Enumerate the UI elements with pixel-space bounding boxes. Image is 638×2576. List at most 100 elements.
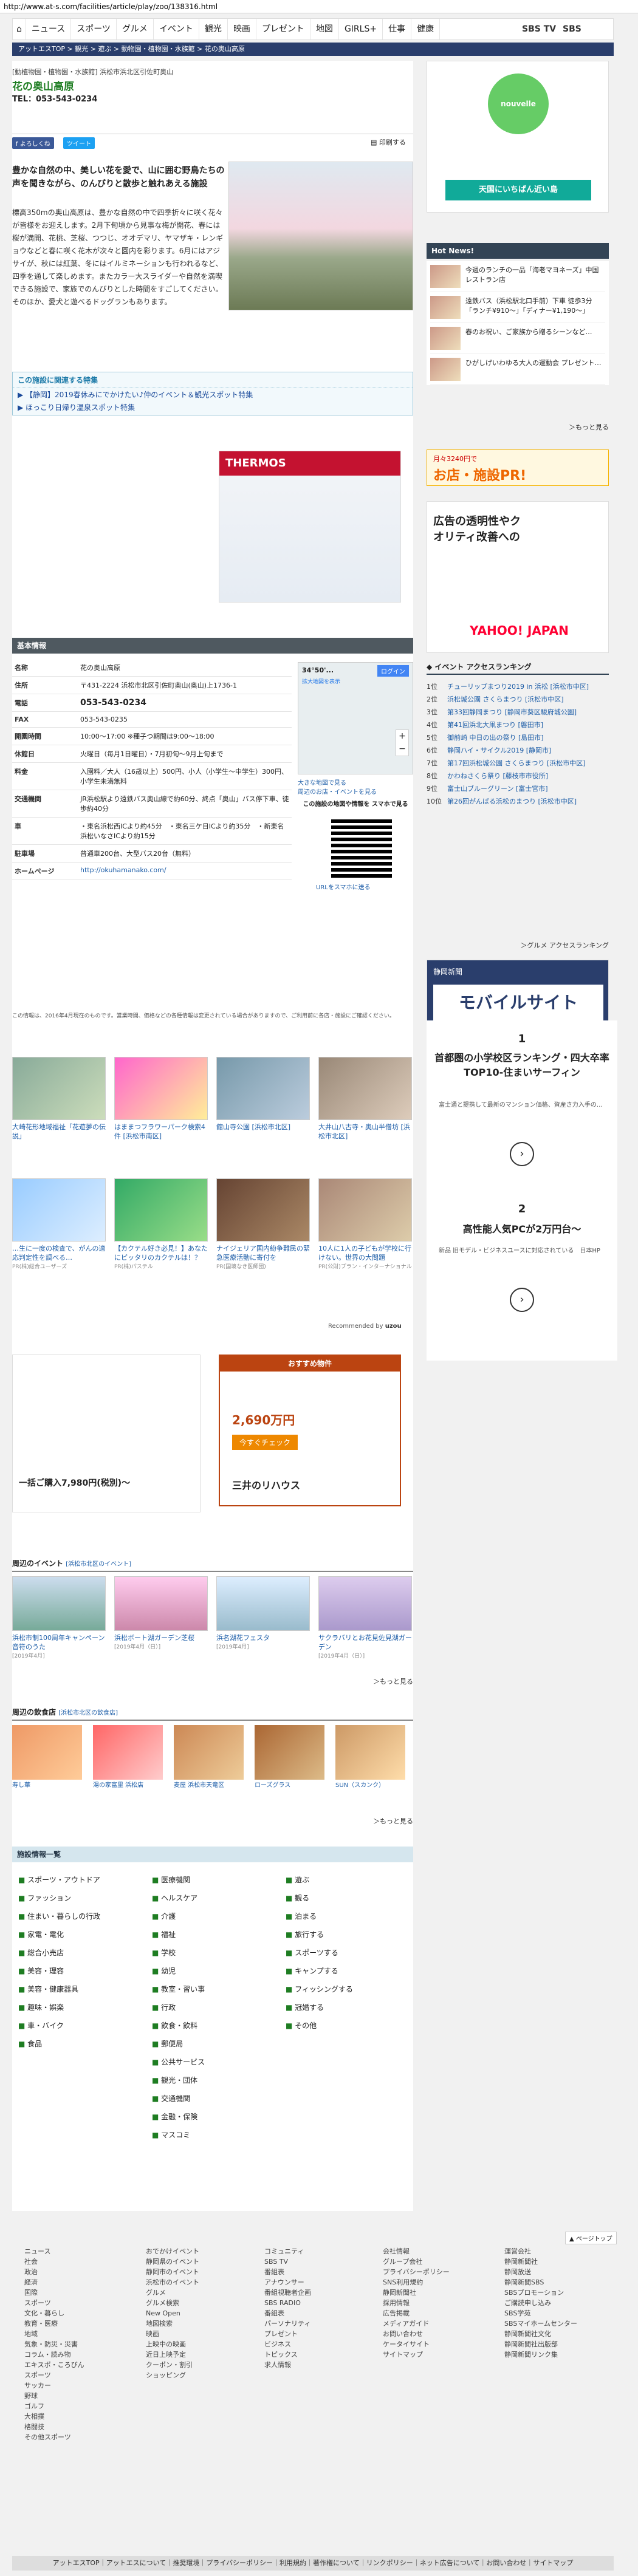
footer-link[interactable]: 上映中の映画 [146,2339,199,2349]
facet-item[interactable]: ■ スポーツ・アウトドア [18,1871,146,1889]
footer-link[interactable]: スポーツ [24,2370,84,2380]
facet-item[interactable]: ■ 学校 [152,1944,280,1962]
footer-link[interactable]: 静岡新聞SBS [504,2277,577,2287]
footer-link[interactable]: 経済 [24,2277,84,2287]
facebook-like-button[interactable]: f よろしくね [12,137,54,149]
real-estate-ad[interactable]: おすすめ物件 2,690万円 今すぐチェック 三井のリハウス [219,1355,401,1506]
nav-item-event[interactable]: イベント [154,19,199,39]
list-item[interactable]: 今週のランチの一品「海老マヨネーズ」中国レストラン店 [430,261,605,292]
footer-link[interactable]: 採用情報 [383,2298,450,2308]
footer-link[interactable]: トピックス [264,2349,311,2360]
footer-link[interactable]: 格闘技 [24,2422,84,2432]
feature-link-2[interactable]: ▶ ほっこり日帰り温泉スポット特集 [13,401,413,414]
footer-link[interactable]: ショッピング [146,2370,199,2380]
event-item[interactable]: 浜松ボート湖ガーデン芝桜 [2019年4月（日）] [114,1576,208,1659]
gourmet-item[interactable]: 麦屋 浜松市天竜区 [174,1725,244,1789]
footer-link[interactable]: 静岡市のイベント [146,2267,199,2277]
footer-link[interactable]: 運営会社 [504,2246,577,2257]
thermos-ad[interactable]: THERMOS [219,451,401,603]
footer-link[interactable]: ご購読申し込み [504,2298,577,2308]
print-button[interactable]: ▤ 印刷する [371,137,406,147]
list-item[interactable]: 6位 静岡ハイ・サイクル2019 [静岡市] [427,744,609,757]
gourmet-more-link[interactable]: ＞もっと見る [352,1816,413,1826]
facet-item[interactable]: ■ キャンプする [286,1962,413,1980]
map-large-link[interactable]: 大きな地図で見る [298,777,346,787]
event-item[interactable]: 浜松市制100周年キャンペーン 音符のうた [2019年4月] [12,1576,106,1659]
footer-link[interactable]: サイトマップ [383,2349,450,2360]
footer-link[interactable]: 静岡新聞リンク集 [504,2349,577,2360]
list-item[interactable]: 4位 第41回浜北大凧まつり [磐田市] [427,719,609,731]
gourmet-item[interactable]: SUN（スカンク） [335,1725,405,1789]
pr1-next-button[interactable]: › [510,1142,534,1166]
facet-item[interactable]: ■ 観光・団体 [152,2071,280,2089]
list-item[interactable]: 10位 第26回がんばる浜松のまつり [浜松市中区] [427,795,609,808]
facet-item[interactable]: ■ 医療機関 [152,1871,280,1889]
facet-item[interactable]: ■ 幼児 [152,1962,280,1980]
list-item[interactable]: 9位 富士山ブルーグリーン [富士宮市] [427,782,609,795]
nav-item-girls[interactable]: GIRLS+ [339,19,383,39]
footer-link[interactable]: ゴルフ [24,2401,84,2411]
hot-more-link[interactable]: ＞もっと見る [548,422,609,432]
nav-item-news[interactable]: ニュース [26,19,72,39]
footer-link[interactable]: ケータイサイト [383,2339,450,2349]
footer-link[interactable]: SBS学苑 [504,2308,577,2318]
gourmet-item[interactable]: 寿し華 [12,1725,82,1789]
footer-link[interactable]: SBS TV [264,2257,311,2267]
footer-link[interactable]: ビジネス [264,2339,311,2349]
footer-link[interactable]: SBS RADIO [264,2298,311,2308]
check-now-button[interactable]: 今すぐチェック [232,1435,298,1450]
footer-link[interactable]: 静岡県のイベント [146,2257,199,2267]
footer-link[interactable]: その他スポーツ [24,2432,84,2442]
footer-link[interactable]: 静岡新聞社 [383,2287,450,2298]
facet-item[interactable]: ■ 郵便局 [152,2035,280,2053]
related-item[interactable]: はままつフラワーパーク検索4件 [浜松市南区] [114,1057,208,1141]
list-item[interactable]: 遠鉄バス（浜松駅北口手前）下車 徒歩3分「ランチ¥910〜」「ディナー¥1,19… [430,292,605,323]
facet-item[interactable]: ■ フィッシングする [286,1980,413,1998]
home-icon[interactable]: ⌂ [13,19,26,39]
footer-link[interactable]: 国際 [24,2287,84,2298]
breadcrumb[interactable]: アットエスTOP > 観光 > 遊ぶ > 動物園・植物園・水族館 > 花の奥山高… [12,43,614,56]
related-item[interactable]: 舘山寺公園 [浜松市北区] [216,1057,310,1141]
facet-item[interactable]: ■ 遊ぶ [286,1871,413,1889]
facet-item[interactable]: ■ 食品 [18,2035,146,2053]
gourmet-ranking-link[interactable]: ＞グルメ アクセスランキング [499,940,609,950]
footer-link[interactable]: クーポン・割引 [146,2360,199,2370]
footer-link[interactable]: 番組視聴者企画 [264,2287,311,2298]
facet-item[interactable]: ■ 介護 [152,1907,280,1925]
related-item[interactable]: ナイジェリア国内紛争難民の緊急医療活動に寄付を PR(国境なき医師団) [216,1178,310,1270]
footer-link[interactable]: 番組表 [264,2267,311,2277]
facet-item[interactable]: ■ 福祉 [152,1925,280,1944]
footer-link[interactable]: パーソナリティ [264,2318,311,2329]
footer-link[interactable]: おでかけイベント [146,2246,199,2257]
sbs-radio-link[interactable]: SBS RADIO [563,19,613,55]
event-item[interactable]: 浜名湖花フェスタ [2019年4月] [216,1576,310,1659]
sbs-tv-link[interactable]: SBS TV [522,19,556,39]
facet-item[interactable]: ■ 泊まる [286,1907,413,1925]
footer-link[interactable]: New Open [146,2308,199,2318]
footer-link[interactable]: 映画 [146,2329,199,2339]
events-more-link[interactable]: ＞もっと見る [352,1676,413,1686]
footer-link[interactable]: 文化・暮らし [24,2308,84,2318]
gourmet-item[interactable]: 湯の家富里 浜松店 [93,1725,163,1789]
event-item[interactable]: サクラバリとお花見佐見湖ガーデン [2019年4月（日）] [318,1576,412,1659]
footer-link[interactable]: 政治 [24,2267,84,2277]
facet-item[interactable]: ■ ヘルスケア [152,1889,280,1907]
footer-link[interactable]: 近日上映予定 [146,2349,199,2360]
embedded-map[interactable]: 34°50'... ログイン 拡大地図を表示 + − [298,662,413,774]
footer-link[interactable]: 地域 [24,2329,84,2339]
footer-link[interactable]: プレゼント [264,2329,311,2339]
pr1-title[interactable]: 首都圏の小学校区ランキング・四大卒率TOP10-住まいサーフィン [433,1051,611,1080]
facet-item[interactable]: ■ その他 [286,2017,413,2035]
footer-link[interactable]: 会社情報 [383,2246,450,2257]
list-item[interactable]: 1位 チューリップまつり2019 in 浜松 [浜松市中区] [427,680,609,693]
nav-item-movie[interactable]: 映画 [228,19,256,39]
footer-bottom-links[interactable]: アットエスTOP｜アットエスについて｜推奨環境｜プライバシーポリシー｜利用規約｜… [12,2556,614,2571]
pr2-next-button[interactable]: › [510,1288,534,1312]
list-item[interactable]: 8位 かわねさくら祭り [藤枝市市役所] [427,770,609,782]
footer-link[interactable]: 静岡新聞社文化 [504,2329,577,2339]
page-top-button[interactable]: ▲ ページトップ [565,2232,617,2244]
footer-link[interactable]: プライバシーポリシー [383,2267,450,2277]
facet-item[interactable]: ■ 美容・健康器具 [18,1980,146,1998]
footer-link[interactable]: お問い合わせ [383,2329,450,2339]
footer-link[interactable]: 気象・防災・災害 [24,2339,84,2349]
